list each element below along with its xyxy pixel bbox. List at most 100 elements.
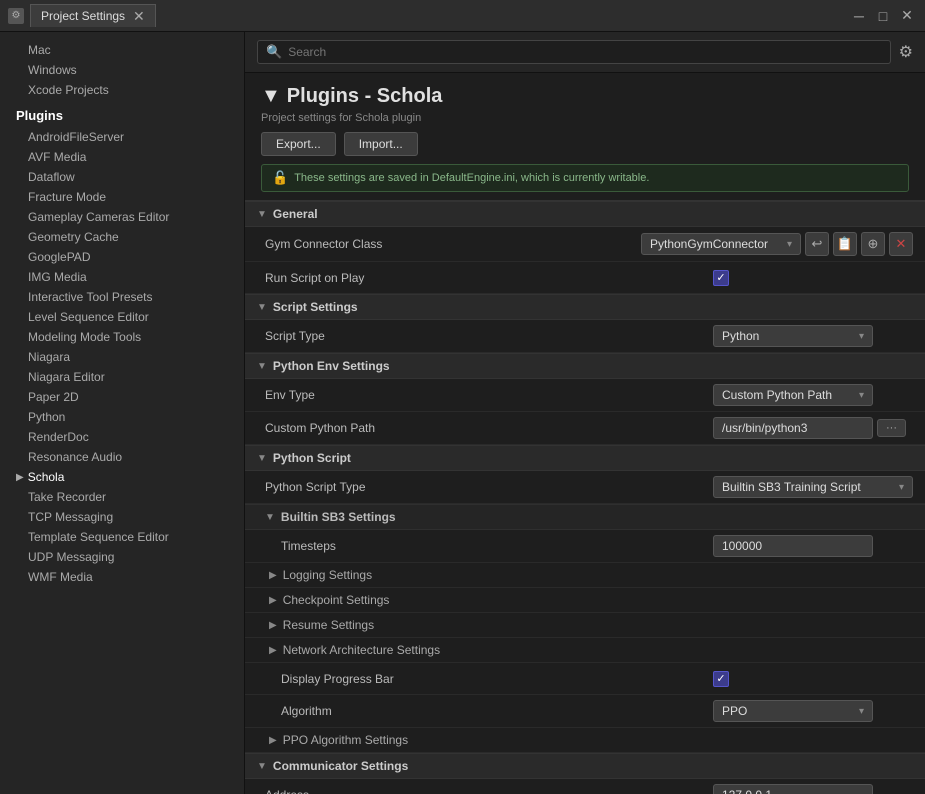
timesteps-label: Timesteps: [257, 539, 713, 553]
sidebar-item-renderdoc[interactable]: RenderDoc: [0, 427, 244, 447]
plugin-header: ▼ Plugins - Schola Project settings for …: [245, 73, 925, 201]
checkpoint-label: Checkpoint Settings: [283, 593, 390, 607]
timesteps-value: [713, 535, 913, 557]
section-header-script-settings[interactable]: ▼ Script Settings: [245, 294, 925, 320]
section-header-general[interactable]: ▼ General: [245, 201, 925, 227]
search-input[interactable]: [288, 45, 881, 59]
sidebar-item-gameplaycameraseditor[interactable]: Gameplay Cameras Editor: [0, 207, 244, 227]
section-header-python-script[interactable]: ▼ Python Script: [245, 445, 925, 471]
setting-row-env-type: Env Type Custom Python Path ▾: [245, 379, 925, 412]
resume-label: Resume Settings: [283, 618, 374, 632]
env-type-dropdown-arrow: ▾: [859, 390, 864, 401]
python-script-type-dropdown[interactable]: Builtin SB3 Training Script ▾: [713, 476, 913, 498]
gym-connector-dropdown[interactable]: PythonGymConnector ▾: [641, 233, 801, 255]
sidebar-item-imgmedia[interactable]: IMG Media: [0, 267, 244, 287]
display-progress-bar-checkbox[interactable]: [713, 671, 729, 687]
settings-content: ▼ General Gym Connector Class PythonGymC…: [245, 201, 925, 794]
title-bar: ⚙ Project Settings ✕ ─ □ ✕: [0, 0, 925, 32]
sidebar-item-takerecorder[interactable]: Take Recorder: [0, 487, 244, 507]
import-button[interactable]: Import...: [344, 132, 418, 156]
env-type-dropdown[interactable]: Custom Python Path ▾: [713, 384, 873, 406]
sidebar-item-levelsequenceeditor[interactable]: Level Sequence Editor: [0, 307, 244, 327]
sidebar-item-xcode[interactable]: Xcode Projects: [0, 80, 244, 100]
script-settings-arrow: ▼: [257, 302, 267, 313]
export-button[interactable]: Export...: [261, 132, 336, 156]
section-header-builtin-sb3[interactable]: ▼ Builtin SB3 Settings: [245, 504, 925, 530]
sidebar-item-dataflow[interactable]: Dataflow: [0, 167, 244, 187]
general-expand-arrow: ▼: [257, 209, 267, 220]
python-script-type-label: Python Script Type: [257, 480, 713, 494]
search-bar: 🔍 ⚙: [245, 32, 925, 73]
tab-close-button[interactable]: ✕: [133, 9, 145, 23]
display-progress-bar-label: Display Progress Bar: [257, 672, 713, 686]
section-label-builtin-sb3: Builtin SB3 Settings: [281, 510, 396, 524]
sidebar-item-niagaraeditor[interactable]: Niagara Editor: [0, 367, 244, 387]
sidebar-item-python[interactable]: Python: [0, 407, 244, 427]
sidebar-item-schola[interactable]: ▶ Schola: [0, 467, 244, 487]
python-script-type-dropdown-arrow: ▾: [899, 482, 904, 493]
sidebar-item-resonanceaudio[interactable]: Resonance Audio: [0, 447, 244, 467]
communicator-arrow: ▼: [257, 761, 267, 772]
info-message: These settings are saved in DefaultEngin…: [294, 172, 649, 184]
builtin-sb3-arrow: ▼: [265, 512, 275, 523]
algorithm-dropdown[interactable]: PPO ▾: [713, 700, 873, 722]
main-layout: Mac Windows Xcode Projects Plugins Andro…: [0, 32, 925, 794]
section-header-python-env[interactable]: ▼ Python Env Settings: [245, 353, 925, 379]
display-progress-bar-value: [713, 671, 913, 687]
gym-connector-value: PythonGymConnector ▾ ↩ 📋 ⊕ ✕: [641, 232, 913, 256]
sidebar-item-geometrycache[interactable]: Geometry Cache: [0, 227, 244, 247]
sidebar-item-googlepad[interactable]: GooglePAD: [0, 247, 244, 267]
sidebar-item-niagara[interactable]: Niagara: [0, 347, 244, 367]
section-label-general: General: [273, 207, 318, 221]
setting-row-run-script: Run Script on Play: [245, 262, 925, 294]
algorithm-label: Algorithm: [257, 704, 713, 718]
sidebar-item-mac[interactable]: Mac: [0, 40, 244, 60]
tab-label: Project Settings: [41, 9, 125, 23]
address-label: Address: [257, 788, 713, 794]
sidebar-item-wmfmedia[interactable]: WMF Media: [0, 567, 244, 587]
run-script-label: Run Script on Play: [257, 271, 713, 285]
sidebar-item-avfmedia[interactable]: AVF Media: [0, 147, 244, 167]
gym-connector-copy-btn[interactable]: 📋: [833, 232, 857, 256]
collapsed-row-checkpoint[interactable]: ▶ Checkpoint Settings: [245, 588, 925, 613]
title-bar-tab[interactable]: Project Settings ✕: [30, 4, 156, 27]
collapsed-row-logging[interactable]: ▶ Logging Settings: [245, 563, 925, 588]
timesteps-input[interactable]: [713, 535, 873, 557]
sidebar-item-fracturemode[interactable]: Fracture Mode: [0, 187, 244, 207]
script-type-dropdown-arrow: ▾: [859, 331, 864, 342]
gym-connector-add-btn[interactable]: ⊕: [861, 232, 885, 256]
sidebar-item-udpmessaging[interactable]: UDP Messaging: [0, 547, 244, 567]
run-script-value: [713, 270, 913, 286]
close-window-button[interactable]: ✕: [897, 6, 917, 26]
sidebar-section-plugins: Plugins: [0, 100, 244, 127]
sidebar-item-interactivetoolpresets[interactable]: Interactive Tool Presets: [0, 287, 244, 307]
collapsed-row-ppo-algorithm[interactable]: ▶ PPO Algorithm Settings: [245, 728, 925, 753]
collapsed-row-network-arch[interactable]: ▶ Network Architecture Settings: [245, 638, 925, 663]
network-arch-label: Network Architecture Settings: [283, 643, 440, 657]
address-input[interactable]: [713, 784, 873, 794]
section-header-communicator[interactable]: ▼ Communicator Settings: [245, 753, 925, 779]
minimize-button[interactable]: ─: [849, 6, 869, 26]
env-type-value: Custom Python Path ▾: [713, 384, 913, 406]
gym-connector-clear-btn[interactable]: ✕: [889, 232, 913, 256]
custom-python-path-input[interactable]: [713, 417, 873, 439]
gym-connector-reset-btn[interactable]: ↩: [805, 232, 829, 256]
run-script-checkbox[interactable]: [713, 270, 729, 286]
plugin-title-arrow[interactable]: ▼: [261, 85, 281, 108]
resume-expand-arrow: ▶: [269, 620, 277, 631]
settings-gear-icon[interactable]: ⚙: [899, 42, 913, 62]
app-icon: ⚙: [8, 8, 24, 24]
sidebar-item-tcpmessaging[interactable]: TCP Messaging: [0, 507, 244, 527]
maximize-button[interactable]: □: [873, 6, 893, 26]
sidebar-item-modelingmodetools[interactable]: Modeling Mode Tools: [0, 327, 244, 347]
script-type-dropdown[interactable]: Python ▾: [713, 325, 873, 347]
collapsed-row-resume[interactable]: ▶ Resume Settings: [245, 613, 925, 638]
setting-row-address: Address: [245, 779, 925, 794]
custom-python-path-browse-btn[interactable]: ···: [877, 419, 906, 437]
python-script-arrow: ▼: [257, 453, 267, 464]
ppo-algorithm-label: PPO Algorithm Settings: [283, 733, 408, 747]
sidebar-item-templatesequenceeditor[interactable]: Template Sequence Editor: [0, 527, 244, 547]
sidebar-item-androidfileserver[interactable]: AndroidFileServer: [0, 127, 244, 147]
sidebar-item-windows[interactable]: Windows: [0, 60, 244, 80]
sidebar-item-paper2d[interactable]: Paper 2D: [0, 387, 244, 407]
